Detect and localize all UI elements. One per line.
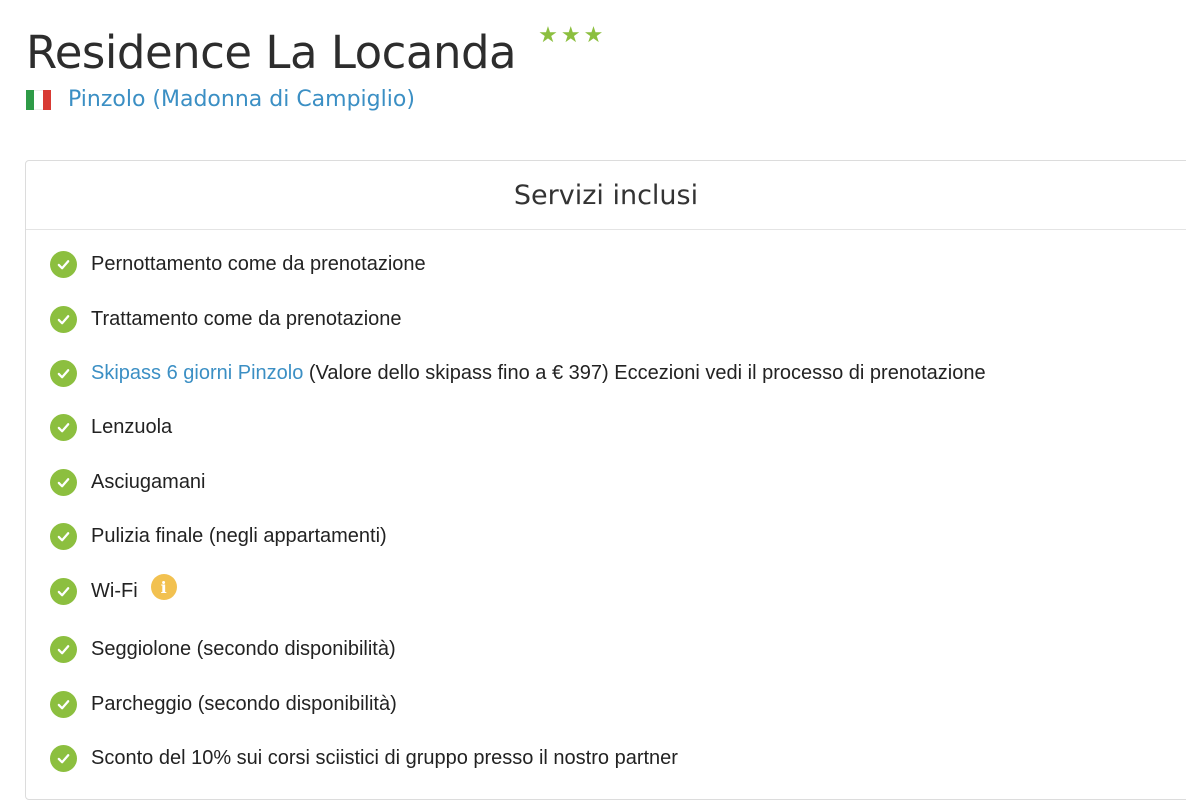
service-item: Seggiolone (secondo disponibilità) <box>50 634 396 664</box>
location-link[interactable]: Pinzolo (Madonna di Campiglio) <box>68 87 415 112</box>
service-text: Pulizia finale (negli appartamenti) <box>91 524 387 547</box>
service-label: Sconto del 10% sui corsi sciistici di gr… <box>91 747 678 770</box>
check-circle-icon <box>50 413 77 441</box>
service-label: Seggiolone (secondo disponibilità) <box>91 638 396 661</box>
service-text: (Valore dello skipass fino a € 397) Ecce… <box>303 361 986 384</box>
service-label: Parcheggio (secondo disponibilità) <box>91 693 397 716</box>
check-circle-icon <box>50 744 77 772</box>
check-circle-icon <box>50 468 77 496</box>
service-text: Trattamento come da prenotazione <box>91 307 402 330</box>
service-item: Sconto del 10% sui corsi sciistici di gr… <box>50 743 678 773</box>
check-circle-icon <box>50 690 77 718</box>
service-item: Wi-Fi i <box>50 574 177 606</box>
service-text: Seggiolone (secondo disponibilità) <box>91 637 396 660</box>
service-text: Parcheggio (secondo disponibilità) <box>91 692 397 715</box>
hotel-header: Residence La Locanda ★★★ Pinzolo (Madonn… <box>26 22 606 112</box>
check-circle-icon <box>50 359 77 387</box>
check-circle-icon <box>50 577 77 605</box>
service-item: Trattamento come da prenotazione <box>50 304 402 334</box>
service-label: Lenzuola <box>91 416 172 439</box>
service-text: Lenzuola <box>91 415 173 438</box>
service-item: Asciugamani <box>50 467 206 497</box>
services-title: Servizi inclusi <box>513 179 699 211</box>
service-label: Pulizia finale (negli appartamenti) <box>91 525 387 548</box>
service-item: Lenzuola <box>50 412 172 442</box>
service-label: Skipass 6 giorni Pinzolo (Valore dello s… <box>91 362 986 385</box>
check-circle-icon <box>50 305 77 333</box>
service-text: Pernottamento come da prenotazione <box>91 252 426 275</box>
check-circle-icon <box>50 250 77 278</box>
services-card-header: Servizi inclusi <box>26 161 1186 230</box>
italy-flag-icon <box>26 89 51 110</box>
service-text: Asciugamani <box>91 470 206 493</box>
service-label: Wi-Fi <box>91 580 138 603</box>
service-text: Sconto del 10% sui corsi sciistici di gr… <box>91 746 678 769</box>
service-label: Pernottamento come da prenotazione <box>91 253 426 276</box>
service-label: Asciugamani <box>91 471 206 494</box>
service-label: Trattamento come da prenotazione <box>91 308 402 331</box>
hotel-name: Residence La Locanda <box>26 26 517 79</box>
info-icon[interactable]: i <box>150 574 177 600</box>
check-circle-icon <box>50 522 77 550</box>
check-circle-icon <box>50 635 77 663</box>
service-item: Parcheggio (secondo disponibilità) <box>50 689 397 719</box>
skipass-link[interactable]: Skipass 6 giorni Pinzolo <box>91 362 303 384</box>
service-item: Skipass 6 giorni Pinzolo (Valore dello s… <box>50 358 986 388</box>
service-text: Wi-Fi <box>91 579 138 602</box>
star-rating: ★★★ <box>538 22 607 47</box>
services-card: Servizi inclusi Pernottamento come da pr… <box>25 160 1186 800</box>
service-item: Pulizia finale (negli appartamenti) <box>50 521 387 551</box>
service-item: Pernottamento come da prenotazione <box>50 249 426 279</box>
